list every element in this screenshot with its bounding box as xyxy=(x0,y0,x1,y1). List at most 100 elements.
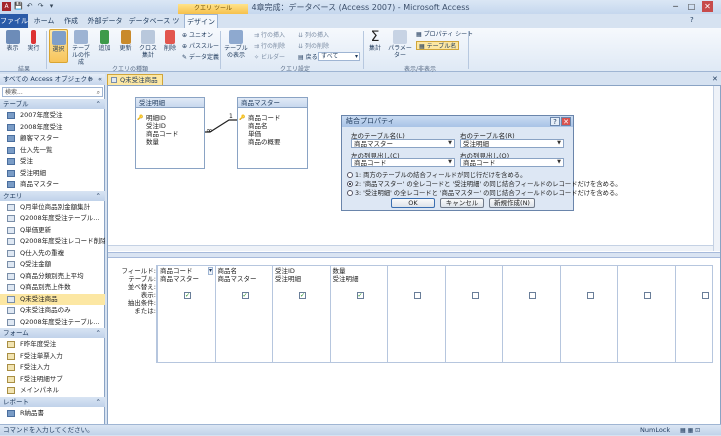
grid-column[interactable] xyxy=(387,265,444,363)
grid-column[interactable] xyxy=(445,265,502,363)
tab-file[interactable]: ファイル xyxy=(0,14,28,28)
cancel-button[interactable]: キャンセル xyxy=(440,198,484,208)
chevron-down-icon[interactable]: ▾ xyxy=(208,267,213,275)
delete-columns-button[interactable]: ⇊ 列の削除 xyxy=(298,42,329,51)
nav-search-input[interactable]: 検索...⌕ xyxy=(2,87,103,97)
new-join-button[interactable]: 新規作成(N) xyxy=(489,198,535,208)
tab-create[interactable]: 作成 xyxy=(60,14,82,28)
field-item[interactable]: 明細ID xyxy=(136,114,204,122)
run-button[interactable]: 実行 xyxy=(24,29,43,63)
dialog-close-icon[interactable]: ✕ xyxy=(561,117,571,126)
union-button[interactable]: ⊕ ユニオン xyxy=(182,31,213,40)
nav-item[interactable]: Q仕入先の重複 xyxy=(0,248,105,260)
nav-item[interactable]: 顧客マスター xyxy=(0,133,105,145)
close-document-icon[interactable]: ✕ xyxy=(712,75,718,83)
nav-item[interactable]: Q受注金額 xyxy=(0,259,105,271)
grid-column[interactable] xyxy=(675,265,721,363)
delete-query-button[interactable]: 削除 xyxy=(161,29,179,63)
grid-table-cell[interactable] xyxy=(561,275,617,283)
tab-design[interactable]: デザイン xyxy=(184,14,218,28)
grid-table-cell[interactable] xyxy=(388,275,444,283)
nav-item[interactable]: 2007年度受注 xyxy=(0,110,105,122)
passthrough-button[interactable]: ⊕ パススルー xyxy=(182,42,219,51)
select-query-button[interactable]: 選択 xyxy=(49,29,68,63)
grid-field-cell[interactable] xyxy=(561,267,617,275)
table-names-button[interactable]: ▦ テーブル名 xyxy=(416,41,459,50)
nav-item[interactable]: F受注明細サブ xyxy=(0,374,105,386)
grid-table-cell[interactable]: 商品マスター xyxy=(216,275,272,283)
nav-item[interactable]: Q月単位商品別金額集計 xyxy=(0,202,105,214)
right-column-combo[interactable]: 商品コード▼ xyxy=(460,158,564,167)
grid-field-cell[interactable] xyxy=(503,267,559,275)
grid-table-cell[interactable] xyxy=(503,275,559,283)
nav-item[interactable]: Q商品分類別売上平均 xyxy=(0,271,105,283)
radio-button[interactable] xyxy=(347,190,353,196)
grid-column[interactable] xyxy=(617,265,674,363)
tab-external-data[interactable]: 外部データ xyxy=(86,14,124,28)
field-item[interactable]: 単価 xyxy=(238,130,307,138)
collapse-icon[interactable]: ⌃ xyxy=(96,328,101,338)
grid-field-cell[interactable]: 受注ID xyxy=(273,267,329,275)
update-button[interactable]: 更新 xyxy=(116,29,135,63)
field-item[interactable]: 商品コード xyxy=(238,114,307,122)
dialog-help-icon[interactable]: ? xyxy=(550,117,560,126)
nav-item[interactable]: 受注 xyxy=(0,156,105,168)
radio-button-selected[interactable] xyxy=(347,181,353,187)
grid-table-cell[interactable] xyxy=(446,275,502,283)
nav-item[interactable]: 受注明細 xyxy=(0,168,105,180)
tab-database-tools[interactable]: データベース ツール xyxy=(128,14,180,28)
nav-item[interactable]: Q未受注商品 xyxy=(0,294,105,306)
grid-field-cell[interactable] xyxy=(446,267,502,275)
insert-rows-button[interactable]: ⇉ 行の挿入 xyxy=(254,31,285,40)
nav-dropdown-icon[interactable]: ⊙ xyxy=(88,74,93,85)
show-checkbox[interactable] xyxy=(414,292,421,299)
show-checkbox-checked[interactable]: ✓ xyxy=(299,292,306,299)
help-icon[interactable]: ? xyxy=(690,16,694,24)
grid-column[interactable]: 商品名商品マスター✓ xyxy=(215,265,272,363)
data-definition-button[interactable]: ✎ データ定義 xyxy=(182,53,219,62)
ok-button[interactable]: OK xyxy=(391,198,435,208)
nav-item[interactable]: F昨年度受注 xyxy=(0,339,105,351)
field-item[interactable]: 商品の概要 xyxy=(238,138,307,146)
nav-group-header[interactable]: クエリ⌃ xyxy=(0,191,105,201)
return-values-dropdown[interactable]: すべて▾ xyxy=(318,52,360,61)
table-juchu-meisai[interactable]: 受注明細 明細ID 受注ID 商品コード 数量 xyxy=(135,97,205,169)
nav-item[interactable]: メインパネル xyxy=(0,385,105,397)
table-pane-hscroll[interactable] xyxy=(108,245,713,251)
grid-field-cell[interactable]: 数量 xyxy=(331,267,387,275)
tab-home[interactable]: ホーム xyxy=(31,14,57,28)
parameters-button[interactable]: パラメーター xyxy=(386,29,414,63)
pane-splitter[interactable] xyxy=(108,252,720,258)
builder-button[interactable]: ✧ ビルダー xyxy=(254,53,285,62)
show-checkbox-checked[interactable]: ✓ xyxy=(184,292,191,299)
delete-rows-button[interactable]: ⇉ 行の削除 xyxy=(254,42,285,51)
table-pane-vscroll[interactable] xyxy=(713,86,720,251)
totals-button[interactable]: Σ集計 xyxy=(366,29,384,63)
append-button[interactable]: 追加 xyxy=(95,29,114,63)
collapse-icon[interactable]: ⌃ xyxy=(96,397,101,407)
show-checkbox[interactable] xyxy=(587,292,594,299)
field-item[interactable]: 商品コード xyxy=(136,130,204,138)
grid-column[interactable]: 商品コード商品マスター✓▾ xyxy=(157,265,214,363)
show-table-button[interactable]: テーブルの表示 xyxy=(223,29,249,63)
field-item[interactable]: 受注ID xyxy=(136,122,204,130)
nav-item[interactable]: 仕入先一覧 xyxy=(0,145,105,157)
nav-item[interactable]: Q未受注商品のみ xyxy=(0,305,105,317)
show-checkbox-checked[interactable]: ✓ xyxy=(242,292,249,299)
nav-item[interactable]: F受注入力 xyxy=(0,362,105,374)
collapse-icon[interactable]: ⌃ xyxy=(96,99,101,109)
grid-field-cell[interactable] xyxy=(618,267,674,275)
field-item[interactable]: 商品名 xyxy=(238,122,307,130)
show-checkbox[interactable] xyxy=(472,292,479,299)
nav-item[interactable]: 商品マスター xyxy=(0,179,105,191)
nav-item[interactable]: Q2008年度受注テーブル... xyxy=(0,213,105,225)
nav-item[interactable]: R納品書 xyxy=(0,408,105,420)
table-title[interactable]: 商品マスター xyxy=(238,98,307,108)
property-sheet-button[interactable]: ▦ プロパティ シート xyxy=(416,30,473,39)
maximize-icon[interactable]: □ xyxy=(686,1,697,12)
nav-group-header[interactable]: レポート⌃ xyxy=(0,397,105,407)
insert-columns-button[interactable]: ⇊ 列の挿入 xyxy=(298,31,329,40)
radio-button[interactable] xyxy=(347,172,353,178)
grid-column[interactable]: 数量受注明細✓ xyxy=(330,265,387,363)
crosstab-button[interactable]: クロス集計 xyxy=(137,29,159,63)
